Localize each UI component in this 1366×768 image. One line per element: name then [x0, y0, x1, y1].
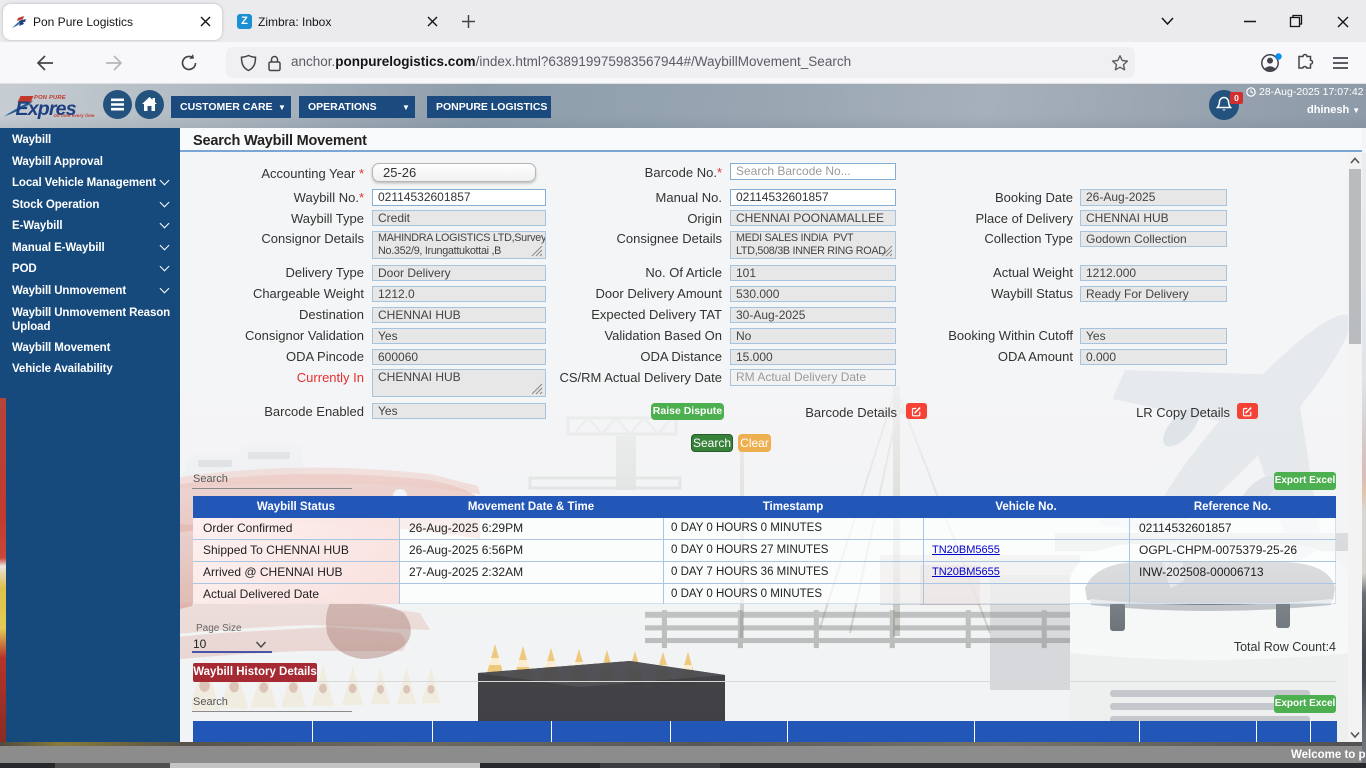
svg-text:On time every time: On time every time [54, 113, 96, 118]
